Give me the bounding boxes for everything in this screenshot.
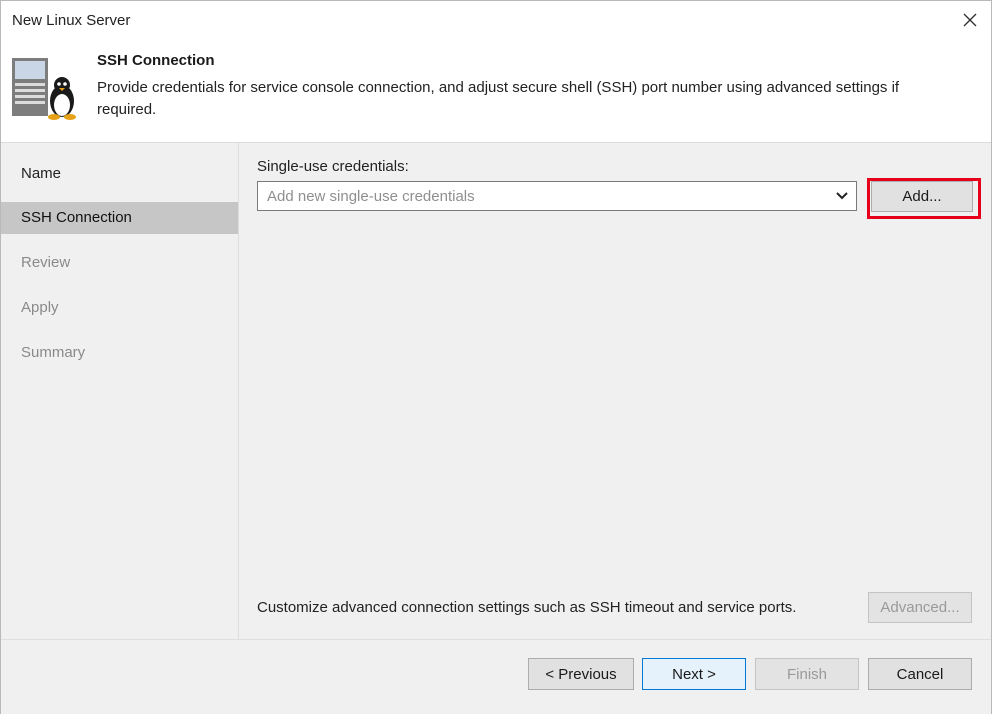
window-title: New Linux Server xyxy=(12,12,131,29)
previous-button[interactable]: < Previous xyxy=(528,658,634,690)
advanced-settings-text: Customize advanced connection settings s… xyxy=(257,599,797,616)
step-summary: Summary xyxy=(21,344,86,361)
credentials-label: Single-use credentials: xyxy=(257,158,409,175)
next-button[interactable]: Next > xyxy=(642,658,746,690)
step-ssh-connection[interactable]: SSH Connection xyxy=(1,202,238,234)
advanced-button: Advanced... xyxy=(868,592,972,623)
credentials-placeholder: Add new single-use credentials xyxy=(267,188,475,205)
wizard-content: Single-use credentials: Add new single-u… xyxy=(239,143,991,639)
credentials-dropdown[interactable]: Add new single-use credentials xyxy=(257,181,857,211)
step-review: Review xyxy=(21,254,71,271)
title-bar: New Linux Server xyxy=(1,1,991,41)
page-description: Provide credentials for service console … xyxy=(97,79,900,118)
add-credentials-button[interactable]: Add... xyxy=(871,181,973,212)
wizard-header: SSH Connection Provide credentials for s… xyxy=(1,41,991,143)
linux-server-icon xyxy=(11,55,81,121)
page-title: SSH Connection xyxy=(97,52,215,69)
wizard-footer: < Previous Next > Finish Cancel xyxy=(1,639,991,714)
wizard-steps: Name SSH Connection Review Apply Summary xyxy=(1,143,239,639)
step-name[interactable]: Name xyxy=(1,158,238,190)
finish-button: Finish xyxy=(755,658,859,690)
cancel-button[interactable]: Cancel xyxy=(868,658,972,690)
step-apply: Apply xyxy=(21,299,59,316)
new-linux-server-dialog: New Linux Server SSH Connection Provide … xyxy=(0,0,992,714)
close-button[interactable] xyxy=(957,7,983,33)
chevron-down-icon xyxy=(836,192,848,200)
close-icon xyxy=(963,13,977,27)
